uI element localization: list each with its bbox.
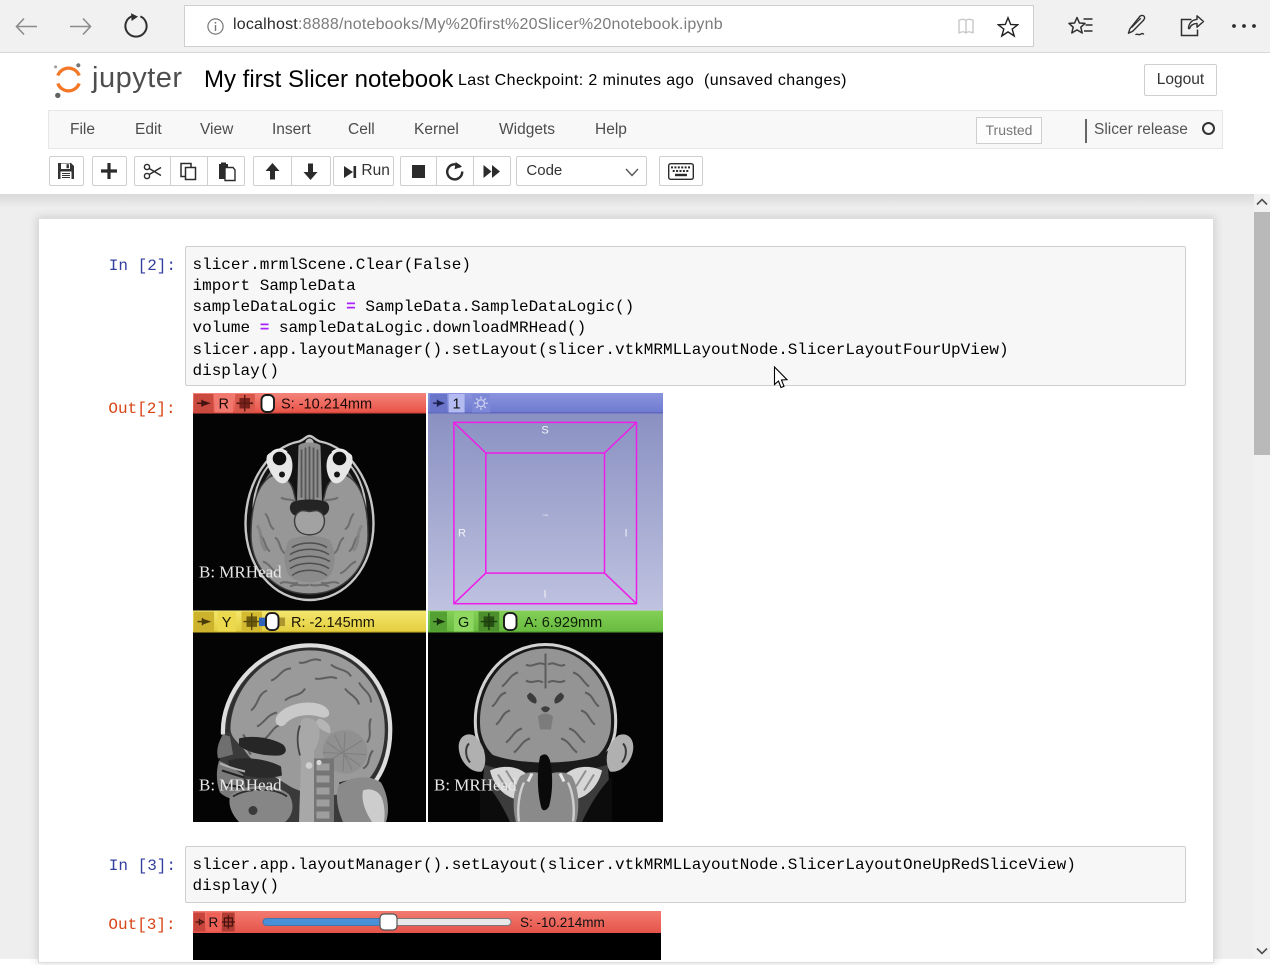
svg-text:R: -2.145mm: R: -2.145mm [291, 615, 375, 631]
svg-text:B: MRHead: B: MRHead [199, 563, 282, 582]
svg-text:S: -10.214mm: S: -10.214mm [281, 397, 372, 413]
svg-text:I: I [624, 528, 627, 540]
svg-text:A: 6.929mm: A: 6.929mm [524, 615, 602, 631]
svg-text:Y: Y [222, 615, 232, 631]
svg-text:→: → [541, 509, 550, 519]
svg-text:R: R [219, 396, 229, 412]
svg-text:S: S [541, 425, 548, 437]
svg-text:I: I [543, 589, 546, 601]
svg-text:B: MRHead: B: MRHead [199, 776, 282, 795]
svg-text:R: R [458, 528, 466, 540]
svg-text:S: -10.214mm: S: -10.214mm [520, 915, 605, 930]
svg-text:B: MRHead: B: MRHead [434, 776, 517, 795]
svg-text:G: G [458, 615, 469, 631]
svg-text:R: R [209, 915, 219, 930]
svg-text:1: 1 [453, 396, 461, 412]
